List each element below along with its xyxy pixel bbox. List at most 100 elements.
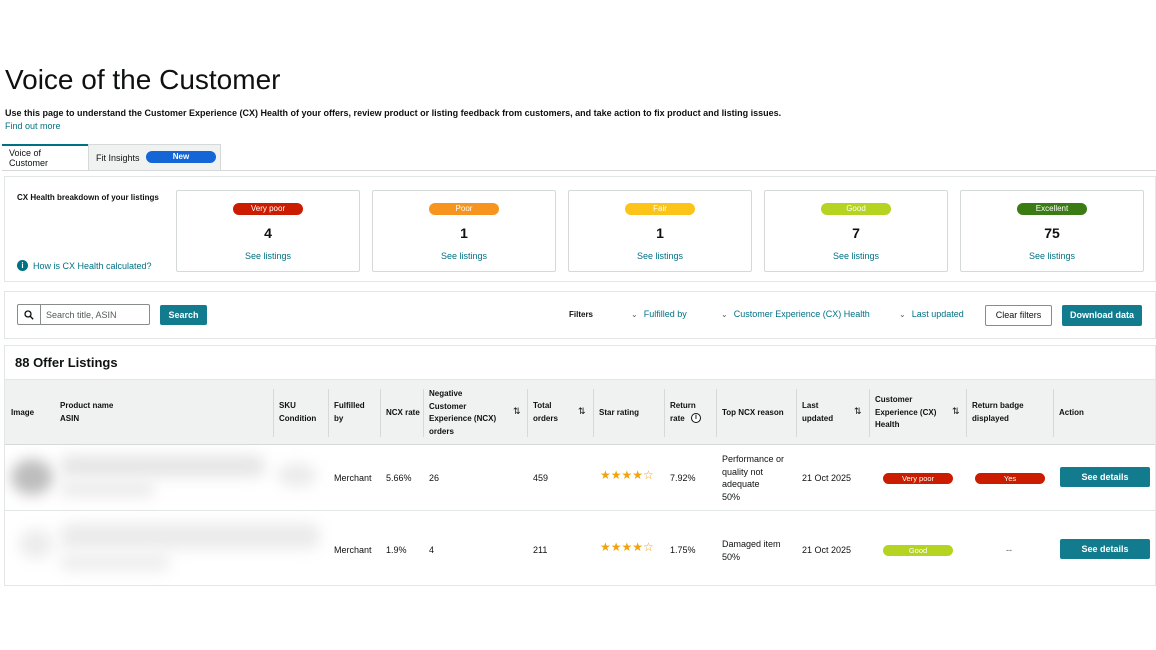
last-updated-dropdown[interactable]: ⌄ Last updated xyxy=(899,309,964,319)
cx-health-panel: CX Health breakdown of your listings i H… xyxy=(4,176,1156,282)
column-divider xyxy=(273,389,274,437)
header-ncx-orders: Customer xyxy=(429,401,467,411)
see-listings-link[interactable]: See listings xyxy=(765,251,947,261)
top-ncx-reason-pct: 50% xyxy=(722,491,741,502)
table-header: Image Product name ASIN SKU Condition Fu… xyxy=(5,379,1155,445)
dropdown-label: Customer Experience (CX) Health xyxy=(733,309,870,319)
last-updated-value: 21 Oct 2025 xyxy=(802,545,852,555)
cx-count: 1 xyxy=(656,225,664,241)
cx-health-label: CX Health breakdown of your listings xyxy=(17,193,159,202)
cx-health-how-label: How is CX Health calculated? xyxy=(33,260,152,271)
header-action: Action xyxy=(1059,408,1084,417)
column-divider xyxy=(380,389,381,437)
product-image xyxy=(19,529,53,559)
sort-icon[interactable]: ⇅ xyxy=(513,406,521,417)
fulfilled-by-value: Merchant xyxy=(334,545,372,555)
header-total-orders: orders xyxy=(533,414,558,423)
see-details-button[interactable]: See details xyxy=(1060,539,1150,559)
header-total-orders: Total xyxy=(533,401,552,410)
header-ncx-orders: orders xyxy=(429,426,454,436)
header-last-updated: Last xyxy=(802,401,819,410)
return-rate-value: 1.75% xyxy=(670,545,696,555)
header-return-rate: rate xyxy=(670,414,685,423)
total-orders-value: 459 xyxy=(533,473,549,483)
cx-pill: Fair xyxy=(625,203,695,215)
header-cx-health: Customer xyxy=(875,395,913,404)
download-data-button[interactable]: Download data xyxy=(1062,305,1142,326)
header-cx-health: Health xyxy=(875,420,900,429)
asin-redacted xyxy=(60,553,170,571)
dropdown-label: Last updated xyxy=(911,309,964,319)
column-divider xyxy=(966,389,967,437)
see-listings-link[interactable]: See listings xyxy=(569,251,751,261)
sort-icon[interactable]: ⇅ xyxy=(952,406,960,417)
cx-health-badge: Good xyxy=(883,545,953,556)
cx-card-good: Good 7 See listings xyxy=(764,190,948,272)
fulfilled-by-dropdown[interactable]: ⌄ Fulfilled by xyxy=(631,309,687,319)
return-badge-value: -- xyxy=(1006,545,1012,555)
info-icon[interactable]: i xyxy=(691,413,701,423)
page-title: Voice of the Customer xyxy=(5,64,281,95)
header-fulfilled-by: Fulfilled xyxy=(334,401,365,410)
ncx-rate-value: 5.66% xyxy=(386,473,412,483)
chevron-down-icon: ⌄ xyxy=(631,309,638,319)
header-condition: Condition xyxy=(279,414,317,423)
tab-label: Fit Insights xyxy=(96,152,140,163)
filters-label: Filters xyxy=(569,310,594,319)
cx-health-dropdown[interactable]: ⌄ Customer Experience (CX) Health xyxy=(721,309,870,319)
header-sku: SKU xyxy=(279,401,296,410)
header-return-badge: displayed xyxy=(972,414,1009,423)
fulfilled-by-value: Merchant xyxy=(334,473,372,483)
ncx-orders-value: 26 xyxy=(429,473,440,483)
header-ncx-orders: Experience (NCX) xyxy=(429,414,497,423)
star-rating-icon: ★★★★☆ xyxy=(600,540,654,554)
see-listings-link[interactable]: See listings xyxy=(177,251,359,261)
asin-redacted xyxy=(60,481,155,497)
search-input[interactable] xyxy=(41,309,146,320)
table-row: Merchant 5.66% 26 459 ★★★★☆ 7.92% Perfor… xyxy=(5,445,1155,511)
cx-pill: Excellent xyxy=(1017,203,1087,215)
total-orders-value: 211 xyxy=(533,545,548,555)
last-updated-value: 21 Oct 2025 xyxy=(802,473,852,483)
product-name-redacted xyxy=(60,523,320,549)
tab-fit-insights[interactable]: Fit Insights New xyxy=(88,144,221,170)
see-listings-link[interactable]: See listings xyxy=(373,251,555,261)
column-divider xyxy=(869,389,870,437)
product-name-redacted xyxy=(60,455,265,477)
header-ncx-rate: NCX rate xyxy=(386,408,420,417)
see-details-button[interactable]: See details xyxy=(1060,467,1150,487)
tab-voice-of-customer[interactable]: Voice of Customer xyxy=(2,144,88,170)
header-ncx-orders: Negative xyxy=(429,389,463,398)
return-rate-value: 7.92% xyxy=(670,473,696,483)
chevron-down-icon: ⌄ xyxy=(721,309,728,319)
filter-panel: Search Filters ⌄ Fulfilled by ⌄ Customer… xyxy=(4,291,1156,339)
top-ncx-reason: Damaged item xyxy=(722,539,781,549)
search-button[interactable]: Search xyxy=(160,305,207,325)
find-out-more-link[interactable]: Find out more xyxy=(5,121,61,131)
cx-pill: Poor xyxy=(429,203,499,215)
chevron-down-icon: ⌄ xyxy=(899,309,906,319)
column-divider xyxy=(527,389,528,437)
cx-card-very-poor: Very poor 4 See listings xyxy=(176,190,360,272)
header-return-badge: Return badge xyxy=(972,401,1024,410)
cx-count: 4 xyxy=(264,225,272,241)
header-image: Image xyxy=(11,408,35,417)
page-description: Use this page to understand the Customer… xyxy=(5,108,782,118)
sort-icon[interactable]: ⇅ xyxy=(578,406,586,417)
header-last-updated: updated xyxy=(802,414,834,423)
header-asin: ASIN xyxy=(60,414,80,423)
sort-icon[interactable]: ⇅ xyxy=(854,406,862,417)
cx-card-poor: Poor 1 See listings xyxy=(372,190,556,272)
clear-filters-button[interactable]: Clear filters xyxy=(985,305,1052,326)
tab-bar: Voice of Customer Fit Insights New xyxy=(2,144,1156,171)
column-divider xyxy=(593,389,594,437)
cx-health-how-link[interactable]: i How is CX Health calculated? xyxy=(17,260,152,271)
column-divider xyxy=(1053,389,1054,437)
column-divider xyxy=(796,389,797,437)
header-product-name: Product name xyxy=(60,401,114,410)
cx-health-badge: Very poor xyxy=(883,473,953,484)
see-listings-link[interactable]: See listings xyxy=(961,251,1143,261)
info-icon: i xyxy=(17,260,28,271)
cx-count: 7 xyxy=(852,225,860,241)
header-cx-health: Experience (CX) xyxy=(875,407,937,417)
